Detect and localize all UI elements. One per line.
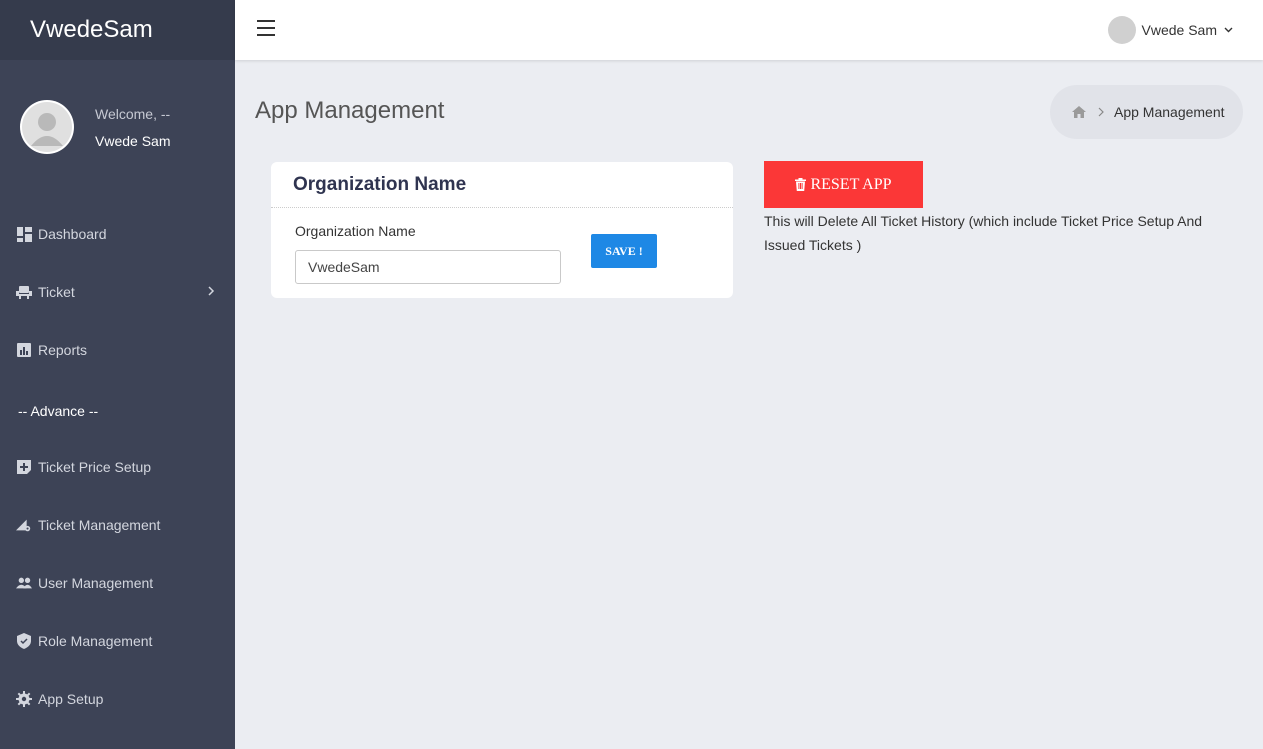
avatar xyxy=(20,100,74,154)
shield-icon xyxy=(16,633,32,649)
section-label-advance: -- Advance -- xyxy=(18,403,99,419)
dashboard-icon xyxy=(16,226,32,242)
sidebar-item-label: User Management xyxy=(38,575,154,591)
organization-card: Organization Name Organization Name SAVE… xyxy=(271,162,733,298)
sidebar-item-ticket[interactable]: Ticket xyxy=(0,277,235,307)
sidebar-item-label: Role Management xyxy=(38,633,153,649)
sidebar-item-role-management[interactable]: Role Management xyxy=(0,626,235,656)
home-icon[interactable] xyxy=(1072,106,1086,118)
users-icon xyxy=(16,575,32,591)
breadcrumb: App Management xyxy=(1050,85,1243,139)
sidebar-item-reports[interactable]: Reports xyxy=(0,335,235,365)
sidebar-item-app-setup[interactable]: App Setup xyxy=(0,684,235,714)
brand-logo[interactable]: VwedeSam xyxy=(0,0,235,60)
card-title: Organization Name xyxy=(271,162,733,208)
ticket-icon xyxy=(16,284,32,300)
breadcrumb-current: App Management xyxy=(1114,104,1225,120)
sidebar-item-ticket-price-setup[interactable]: Ticket Price Setup xyxy=(0,452,235,482)
sidebar-item-label: App Setup xyxy=(38,691,104,707)
reset-app-label: RESET APP xyxy=(810,175,892,193)
user-menu-name: Vwede Sam xyxy=(1141,22,1217,38)
ticket-management-icon xyxy=(16,517,32,533)
sidebar-item-dashboard[interactable]: Dashboard xyxy=(0,219,235,249)
organization-name-input[interactable] xyxy=(295,250,561,284)
sidebar-item-label: Reports xyxy=(38,342,88,358)
profile-name: Vwede Sam xyxy=(95,132,171,149)
reset-warning-text: This will Delete All Ticket History (whi… xyxy=(764,213,1203,253)
price-setup-icon xyxy=(16,459,32,475)
chevron-down-icon xyxy=(1224,27,1233,33)
sidebar-item-label: Ticket xyxy=(38,284,75,300)
gear-icon xyxy=(16,691,32,707)
organization-name-label: Organization Name xyxy=(295,223,416,239)
user-menu[interactable]: Vwede Sam xyxy=(1107,16,1233,44)
top-bar: Vwede Sam xyxy=(235,0,1263,60)
trash-icon xyxy=(795,178,807,191)
sidebar-item-user-management[interactable]: User Management xyxy=(0,568,235,598)
chevron-right-icon xyxy=(207,284,215,300)
sidebar-item-label: Dashboard xyxy=(38,226,107,242)
sidebar-item-ticket-management[interactable]: Ticket Management xyxy=(0,510,235,540)
avatar xyxy=(1107,16,1136,44)
reports-icon xyxy=(16,342,32,358)
sidebar-item-label: Ticket Management xyxy=(38,517,161,533)
page-title: App Management xyxy=(255,97,445,124)
sidebar: VwedeSam Welcome, -- Vwede Sam Dashboard… xyxy=(0,0,235,749)
welcome-text: Welcome, -- xyxy=(95,105,171,122)
hamburger-menu-icon[interactable] xyxy=(257,20,275,36)
chevron-right-icon xyxy=(1098,104,1104,120)
reset-app-button[interactable]: RESET APP xyxy=(764,161,923,208)
profile-panel: Welcome, -- Vwede Sam xyxy=(20,100,170,154)
save-button[interactable]: SAVE ! xyxy=(591,234,657,268)
sidebar-item-label: Ticket Price Setup xyxy=(38,459,152,475)
